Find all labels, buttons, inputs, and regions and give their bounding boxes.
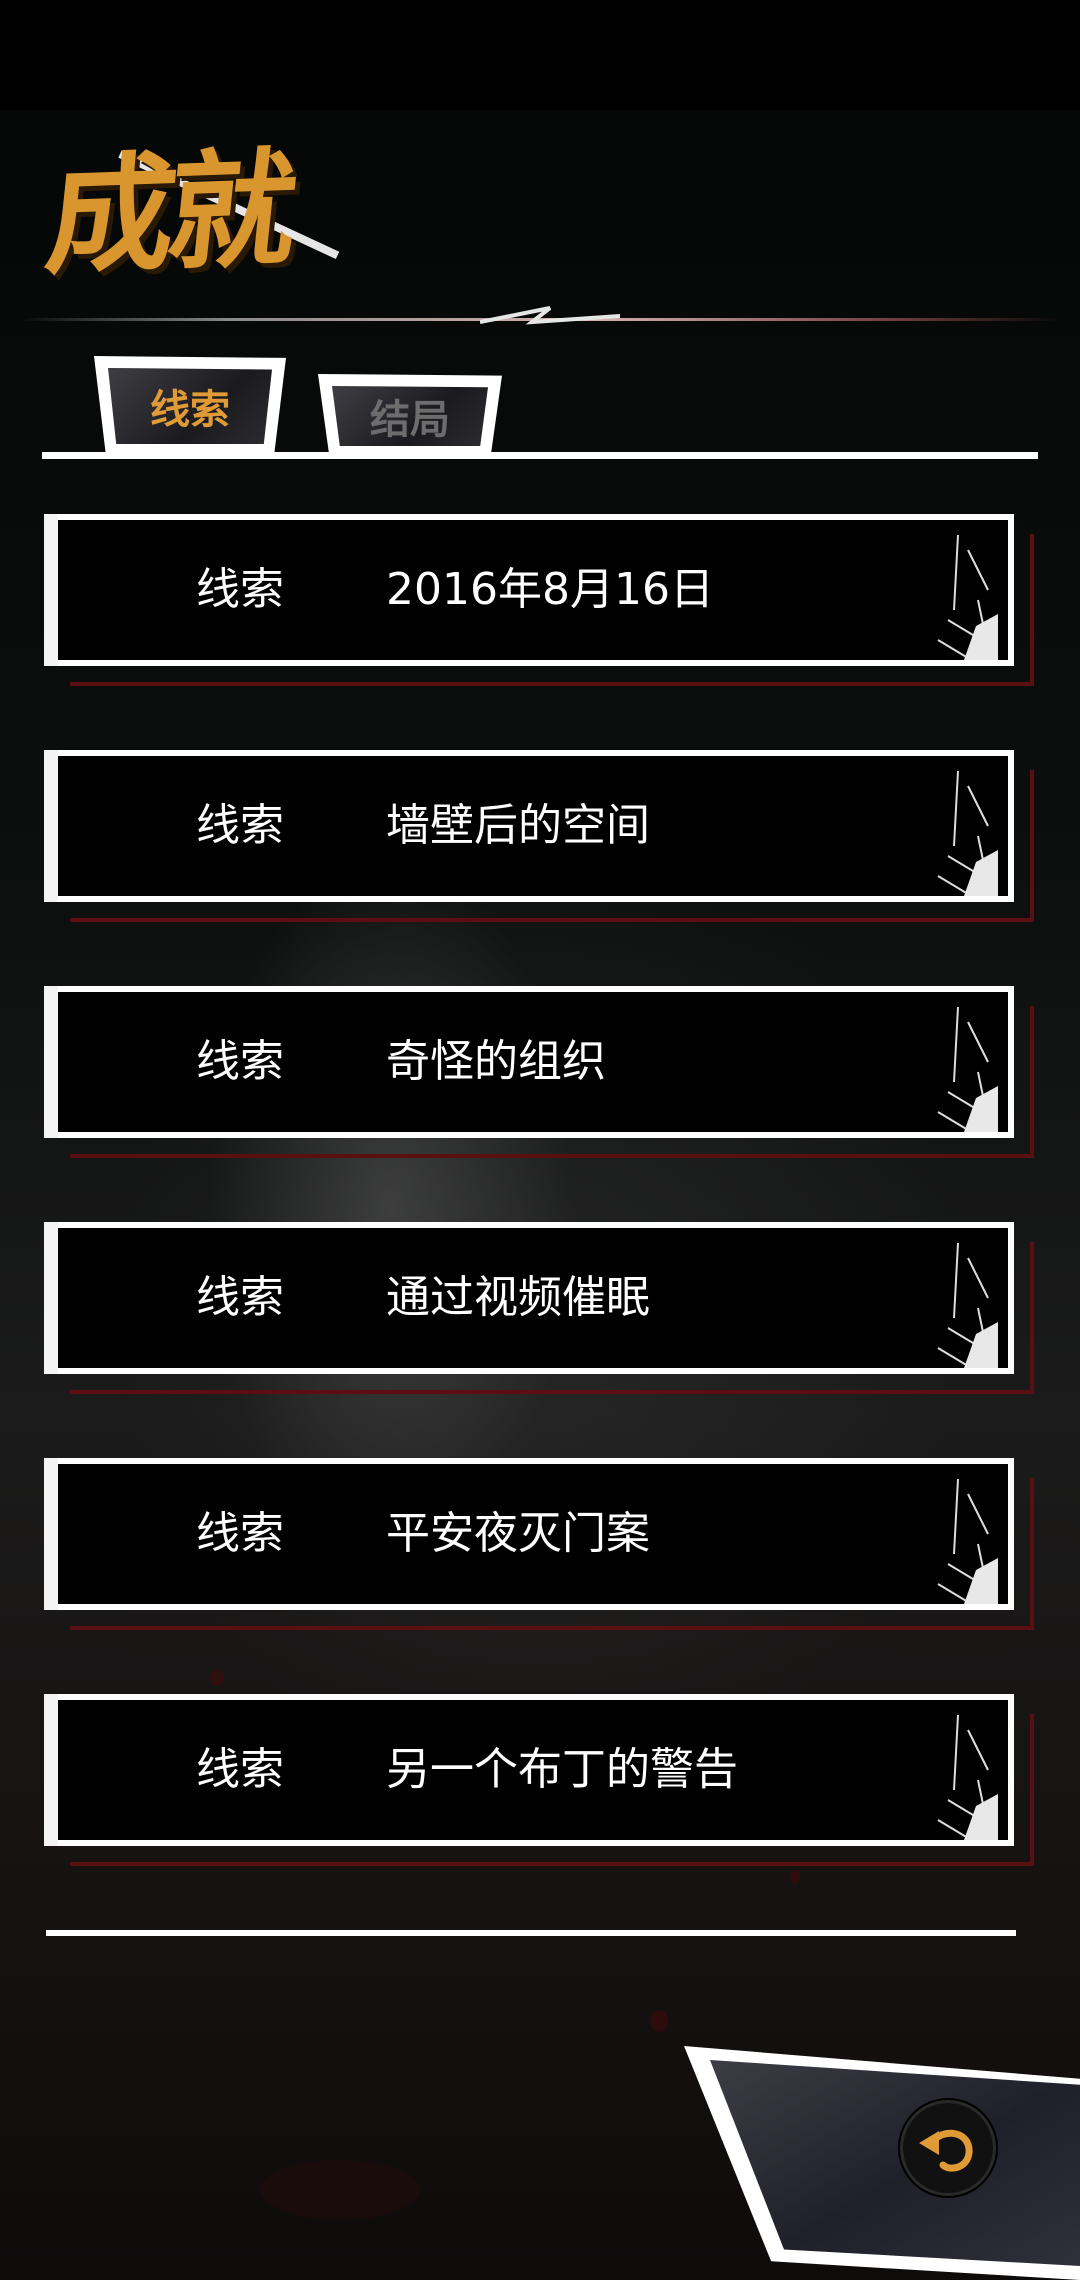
clue-title: 平安夜灭门案	[386, 1508, 650, 1559]
blood-spot	[260, 2160, 420, 2220]
tab-endings-label: 结局	[370, 397, 450, 443]
back-panel-texture	[710, 2060, 1080, 2266]
scratch-texture-icon	[937, 1478, 998, 1604]
blood-spot	[210, 1670, 224, 1686]
clue-card: 线索 2016年8月16日	[44, 514, 1014, 666]
clue-card: 线索 平安夜灭门案	[44, 1458, 1014, 1610]
clue-label: 线索	[196, 800, 284, 851]
scratch-texture-icon	[937, 770, 998, 896]
clue-title: 奇怪的组织	[386, 1036, 606, 1087]
clue-title: 通过视频催眠	[386, 1272, 650, 1323]
clue-card: 线索 奇怪的组织	[44, 986, 1014, 1138]
tab-underline	[42, 452, 1038, 459]
clue-item[interactable]: 线索 墙壁后的空间	[44, 750, 1034, 922]
clue-label: 线索	[196, 1744, 284, 1795]
tab-clues-label: 线索	[150, 387, 230, 433]
list-end-divider	[46, 1930, 1016, 1936]
tab-endings[interactable]: 结局	[318, 374, 502, 454]
scratch-texture-icon	[937, 1242, 998, 1368]
clue-item[interactable]: 线索 2016年8月16日	[44, 514, 1034, 686]
clue-title: 2016年8月16日	[386, 564, 714, 615]
clue-label: 线索	[196, 1272, 284, 1323]
clue-card: 线索 通过视频催眠	[44, 1222, 1014, 1374]
scratch-texture-icon	[937, 534, 998, 660]
clue-label: 线索	[196, 1508, 284, 1559]
blood-spot	[650, 2010, 668, 2032]
clue-card: 线索 另一个布丁的警告	[44, 1694, 1014, 1846]
clue-label: 线索	[196, 564, 284, 615]
curved-back-arrow-icon	[919, 2129, 973, 2172]
clue-item[interactable]: 线索 通过视频催眠	[44, 1222, 1034, 1394]
clue-label: 线索	[196, 1036, 284, 1087]
back-button[interactable]	[900, 2100, 996, 2196]
page-title: 成就	[39, 135, 297, 293]
blood-spot	[790, 1870, 800, 1884]
clue-title: 另一个布丁的警告	[386, 1744, 738, 1795]
scratch-texture-icon	[937, 1714, 998, 1840]
scratch-texture-icon	[937, 1006, 998, 1132]
lightning-divider-decoration	[480, 306, 620, 325]
top-bar	[0, 0, 1080, 110]
clue-item[interactable]: 线索 平安夜灭门案	[44, 1458, 1034, 1630]
tab-clues[interactable]: 线索	[94, 356, 286, 452]
clue-item[interactable]: 线索 奇怪的组织	[44, 986, 1034, 1158]
clue-item[interactable]: 线索 另一个布丁的警告	[44, 1694, 1034, 1866]
clue-card: 线索 墙壁后的空间	[44, 750, 1014, 902]
clue-title: 墙壁后的空间	[386, 800, 650, 851]
